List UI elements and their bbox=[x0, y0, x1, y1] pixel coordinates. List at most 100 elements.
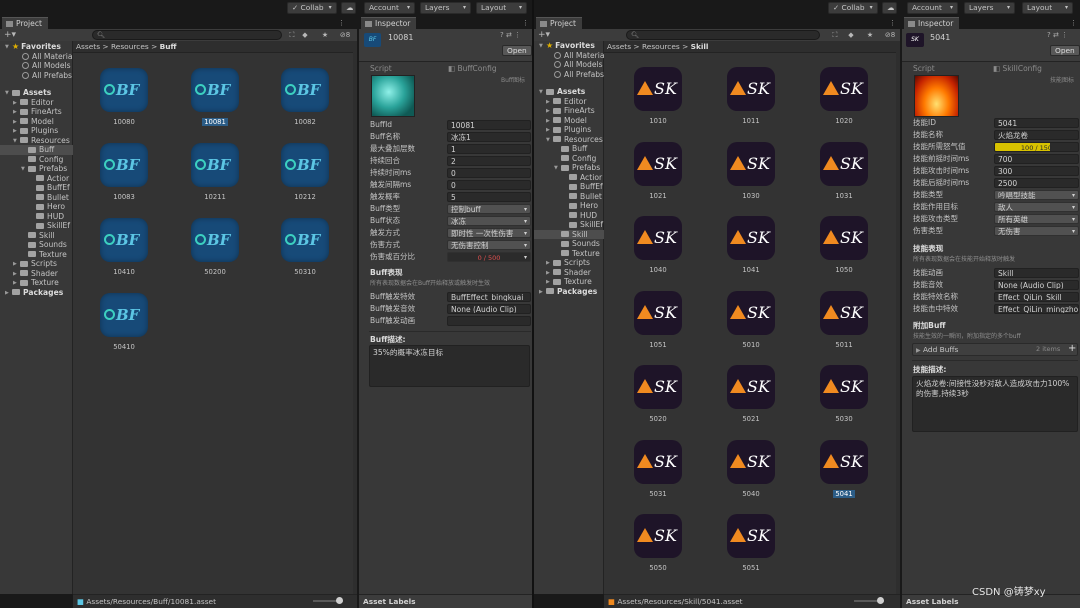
cloud-icon[interactable]: ☁ bbox=[341, 2, 356, 14]
grid-scrollbar[interactable] bbox=[353, 41, 357, 594]
script-field[interactable]: ◧ BuffConfig bbox=[448, 63, 497, 74]
tree-folder[interactable]: Bullet bbox=[29, 193, 69, 203]
asset-tile[interactable]: BF bbox=[191, 68, 239, 112]
tree-folder[interactable]: ▶ Model bbox=[546, 116, 587, 126]
open-button[interactable]: Open bbox=[502, 45, 532, 56]
layers-button[interactable]: Layers ▾ bbox=[964, 2, 1015, 14]
tree-folder[interactable]: Hero bbox=[29, 202, 65, 212]
asset-tile[interactable]: SK bbox=[634, 67, 682, 111]
tree-folder[interactable]: Texture bbox=[21, 250, 67, 260]
script-field[interactable]: ◧ SkillConfig bbox=[993, 63, 1042, 74]
asset-tile[interactable]: SK bbox=[727, 290, 775, 335]
tab-project[interactable]: Project bbox=[2, 17, 48, 29]
tree-folder[interactable]: ▶ FineArts bbox=[546, 106, 595, 116]
enum-dropdown[interactable]: 即时性 一次性伤害 bbox=[447, 227, 531, 238]
favorites-node[interactable]: ▼ ★ Favorites bbox=[539, 41, 595, 51]
breadcrumb-item[interactable]: Skill bbox=[691, 42, 709, 51]
property-value[interactable]: 1 bbox=[447, 143, 531, 154]
asset-tile[interactable]: BF bbox=[281, 218, 329, 262]
layout-button[interactable]: Layout ▾ bbox=[1022, 2, 1073, 14]
asset-tile-label[interactable]: 1021 bbox=[628, 192, 688, 200]
asset-tile-label[interactable]: 1030 bbox=[721, 192, 781, 200]
asset-tile[interactable]: SK bbox=[727, 365, 775, 409]
tab-inspector[interactable]: Inspector bbox=[904, 17, 960, 29]
favorite-star-icon[interactable]: ★ bbox=[865, 30, 875, 40]
asset-tile[interactable]: SK bbox=[727, 514, 775, 558]
property-value[interactable]: 火焰龙卷 bbox=[994, 130, 1079, 140]
tree-folder[interactable]: Texture bbox=[554, 249, 600, 259]
asset-tile-label[interactable]: 10410 bbox=[94, 268, 154, 276]
tree-folder-skill[interactable]: Skill bbox=[554, 230, 588, 240]
favorite-star-icon[interactable]: ★ bbox=[320, 30, 330, 40]
tree-folder[interactable]: SkillEf bbox=[29, 221, 70, 231]
asset-tile-label[interactable]: 5040 bbox=[721, 490, 781, 498]
open-button[interactable]: Open bbox=[1050, 45, 1080, 56]
property-value[interactable]: Effect_QiLin_Skill bbox=[994, 292, 1079, 302]
enum-dropdown[interactable]: 冰冻 bbox=[447, 215, 531, 226]
account-button[interactable]: Account ▾ bbox=[364, 2, 415, 14]
property-value[interactable]: 冰冻1 bbox=[447, 131, 531, 142]
tree-folder[interactable]: Skill bbox=[21, 231, 55, 241]
progress-bar[interactable]: 100 / 150 bbox=[994, 142, 1079, 152]
assets-node[interactable]: ▼ Assets bbox=[539, 87, 585, 97]
asset-tile[interactable]: SK bbox=[820, 141, 868, 186]
asset-tile-label[interactable]: 10212 bbox=[275, 193, 335, 201]
cloud-icon[interactable]: ☁ bbox=[882, 2, 897, 14]
tree-folder[interactable]: Bullet bbox=[562, 192, 602, 202]
tree-folder[interactable]: ▶ Model bbox=[13, 117, 54, 127]
favorites-node[interactable]: ▼ ★ Favorites bbox=[5, 42, 61, 52]
asset-tile-label[interactable]: 10081 bbox=[185, 118, 245, 126]
asset-tile[interactable]: BF bbox=[100, 293, 148, 337]
property-value[interactable]: 5041 bbox=[994, 118, 1079, 128]
asset-tile-label[interactable]: 1041 bbox=[721, 266, 781, 274]
asset-tile[interactable]: BF bbox=[281, 68, 329, 112]
tree-folder[interactable]: Config bbox=[554, 154, 596, 164]
tree-folder[interactable]: HUD bbox=[29, 212, 64, 222]
property-value[interactable]: 0 bbox=[447, 179, 531, 190]
create-plus-icon[interactable]: +▾ bbox=[537, 30, 551, 40]
tree-folder[interactable]: ▶ Scripts bbox=[546, 258, 590, 268]
asset-tile[interactable]: SK bbox=[634, 216, 682, 260]
asset-tile-label[interactable]: 10211 bbox=[185, 193, 245, 201]
breadcrumb-item[interactable]: Assets bbox=[76, 42, 100, 51]
favorite-item[interactable]: All Models bbox=[554, 60, 603, 70]
breadcrumb-item[interactable]: Resources bbox=[642, 42, 680, 51]
grid-scrollbar[interactable] bbox=[896, 41, 900, 594]
tree-folder[interactable]: ▶ Plugins bbox=[13, 126, 58, 136]
property-value[interactable]: 2500 bbox=[994, 178, 1079, 188]
asset-tile[interactable]: SK bbox=[634, 439, 682, 484]
enum-dropdown[interactable]: 吟唱型技能 bbox=[994, 190, 1079, 200]
asset-tile[interactable]: SK bbox=[634, 365, 682, 409]
asset-tile[interactable]: SK bbox=[820, 290, 868, 335]
tree-folder[interactable]: Sounds bbox=[21, 240, 67, 250]
tree-folder[interactable]: BuffEf bbox=[29, 183, 70, 193]
property-value[interactable]: None (Audio Clip) bbox=[447, 304, 531, 314]
property-value[interactable]: 10081 bbox=[447, 119, 531, 130]
tab-project[interactable]: Project bbox=[536, 17, 582, 29]
filter-type-icon[interactable]: ⛶ bbox=[830, 30, 840, 40]
asset-tile[interactable]: SK bbox=[820, 439, 868, 484]
tree-folder[interactable]: Sounds bbox=[554, 239, 600, 249]
tree-folder[interactable]: Hero bbox=[562, 201, 598, 211]
tree-folder[interactable]: Config bbox=[21, 155, 63, 165]
asset-tile[interactable]: SK bbox=[634, 141, 682, 186]
filter-label-icon[interactable]: ◆ bbox=[846, 30, 856, 40]
create-plus-icon[interactable]: +▾ bbox=[3, 30, 17, 40]
asset-tile[interactable]: SK bbox=[727, 141, 775, 186]
asset-tile-label[interactable]: 1050 bbox=[814, 266, 874, 274]
breadcrumb-item[interactable]: Resources bbox=[111, 42, 149, 51]
tree-folder[interactable]: ▶ FineArts bbox=[13, 107, 62, 117]
asset-tile-label[interactable]: 1010 bbox=[628, 117, 688, 125]
hidden-count-icon[interactable]: ⊘8 bbox=[881, 30, 899, 40]
property-value[interactable]: 2 bbox=[447, 155, 531, 166]
buff-icon-preview[interactable] bbox=[371, 75, 415, 117]
asset-tile-label[interactable]: 5011 bbox=[814, 341, 874, 349]
favorite-item[interactable]: All Materia bbox=[554, 51, 605, 61]
enum-dropdown[interactable]: 无伤害控制 bbox=[447, 239, 531, 250]
progress-bar[interactable]: 0 / 500 bbox=[447, 251, 531, 262]
tree-folder[interactable]: ▼ Resources bbox=[13, 136, 70, 146]
favorite-item[interactable]: All Prefabs bbox=[554, 70, 604, 80]
layers-button[interactable]: Layers ▾ bbox=[420, 2, 471, 14]
tab-inspector[interactable]: Inspector bbox=[361, 17, 417, 29]
enum-dropdown[interactable]: 无伤害 bbox=[994, 226, 1079, 236]
